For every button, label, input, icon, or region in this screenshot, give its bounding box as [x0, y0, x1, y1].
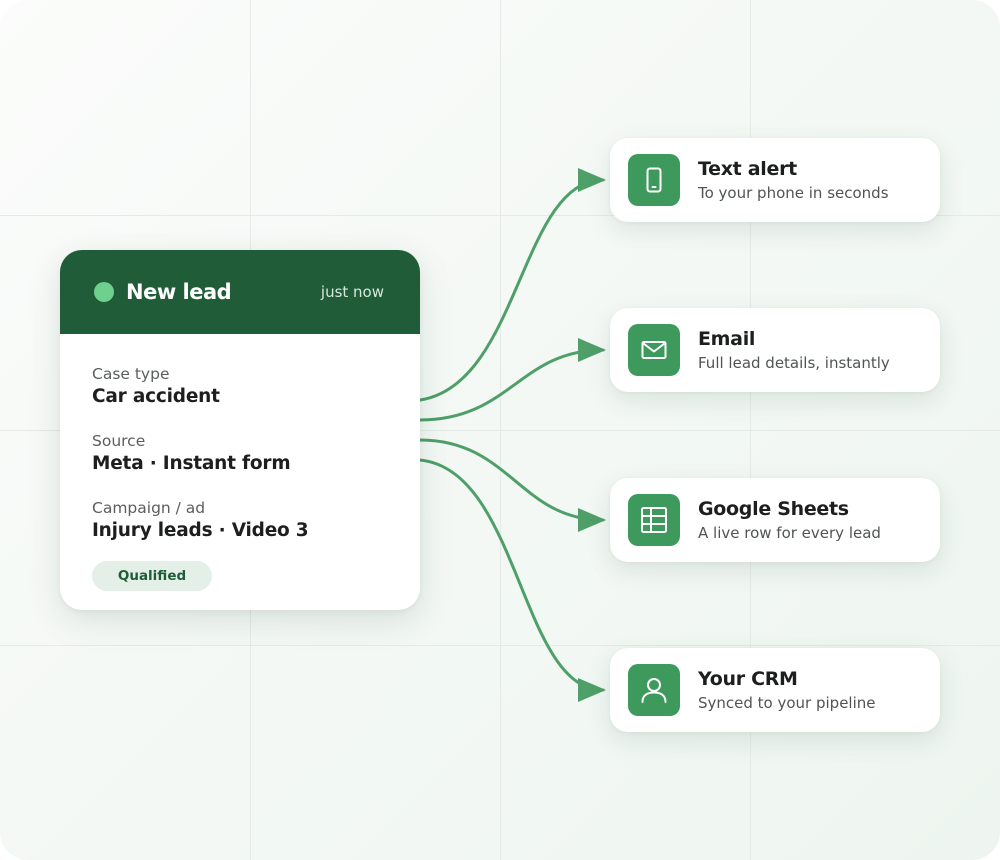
field-label: Source: [92, 432, 146, 450]
destination-subtitle: Full lead details, instantly: [698, 354, 890, 372]
arrowhead-google-sheets: [578, 508, 606, 532]
destination-title: Your CRM: [698, 668, 798, 690]
new-lead-card: New lead just now Case type Car accident…: [60, 250, 420, 610]
destination-crm: Your CRM Synced to your pipeline: [610, 648, 940, 732]
destination-title: Google Sheets: [698, 498, 849, 520]
spreadsheet-icon: [628, 494, 680, 546]
lead-title: New lead: [126, 280, 232, 304]
phone-icon: [628, 154, 680, 206]
diagram-canvas: New lead just now Case type Car accident…: [0, 0, 1000, 860]
lead-card-header: New lead just now: [60, 250, 420, 334]
connector-email: [418, 348, 605, 422]
destination-subtitle: Synced to your pipeline: [698, 694, 876, 712]
connector-google-sheets: [418, 438, 605, 522]
destination-email: Email Full lead details, instantly: [610, 308, 940, 392]
qualified-badge: Qualified: [92, 561, 212, 591]
field-value: Meta · Instant form: [92, 453, 291, 474]
lead-field-source: Source Meta · Instant form: [92, 431, 388, 477]
destination-title: Text alert: [698, 158, 797, 180]
destination-title: Email: [698, 328, 756, 350]
arrowhead-crm: [578, 678, 606, 702]
status-dot-icon: [94, 282, 114, 302]
lead-card-body: Case type Car accident Source Meta · Ins…: [60, 334, 420, 591]
lead-field-campaign: Campaign / ad Injury leads · Video 3: [92, 498, 388, 544]
mail-icon: [628, 324, 680, 376]
connector-crm: [418, 458, 605, 692]
destination-subtitle: A live row for every lead: [698, 524, 881, 542]
field-label: Case type: [92, 365, 170, 383]
arrowhead-email: [578, 338, 606, 362]
destination-google-sheets: Google Sheets A live row for every lead: [610, 478, 940, 562]
destination-text-alert: Text alert To your phone in seconds: [610, 138, 940, 222]
lead-field-case-type: Case type Car accident: [92, 364, 388, 410]
field-value: Injury leads · Video 3: [92, 520, 309, 541]
connector-text-alert: [418, 178, 605, 402]
field-value: Car accident: [92, 386, 220, 407]
field-label: Campaign / ad: [92, 499, 206, 517]
lead-timestamp: just now: [320, 283, 384, 301]
user-icon: [628, 664, 680, 716]
arrowhead-text-alert: [578, 168, 606, 192]
destination-subtitle: To your phone in seconds: [698, 184, 889, 202]
